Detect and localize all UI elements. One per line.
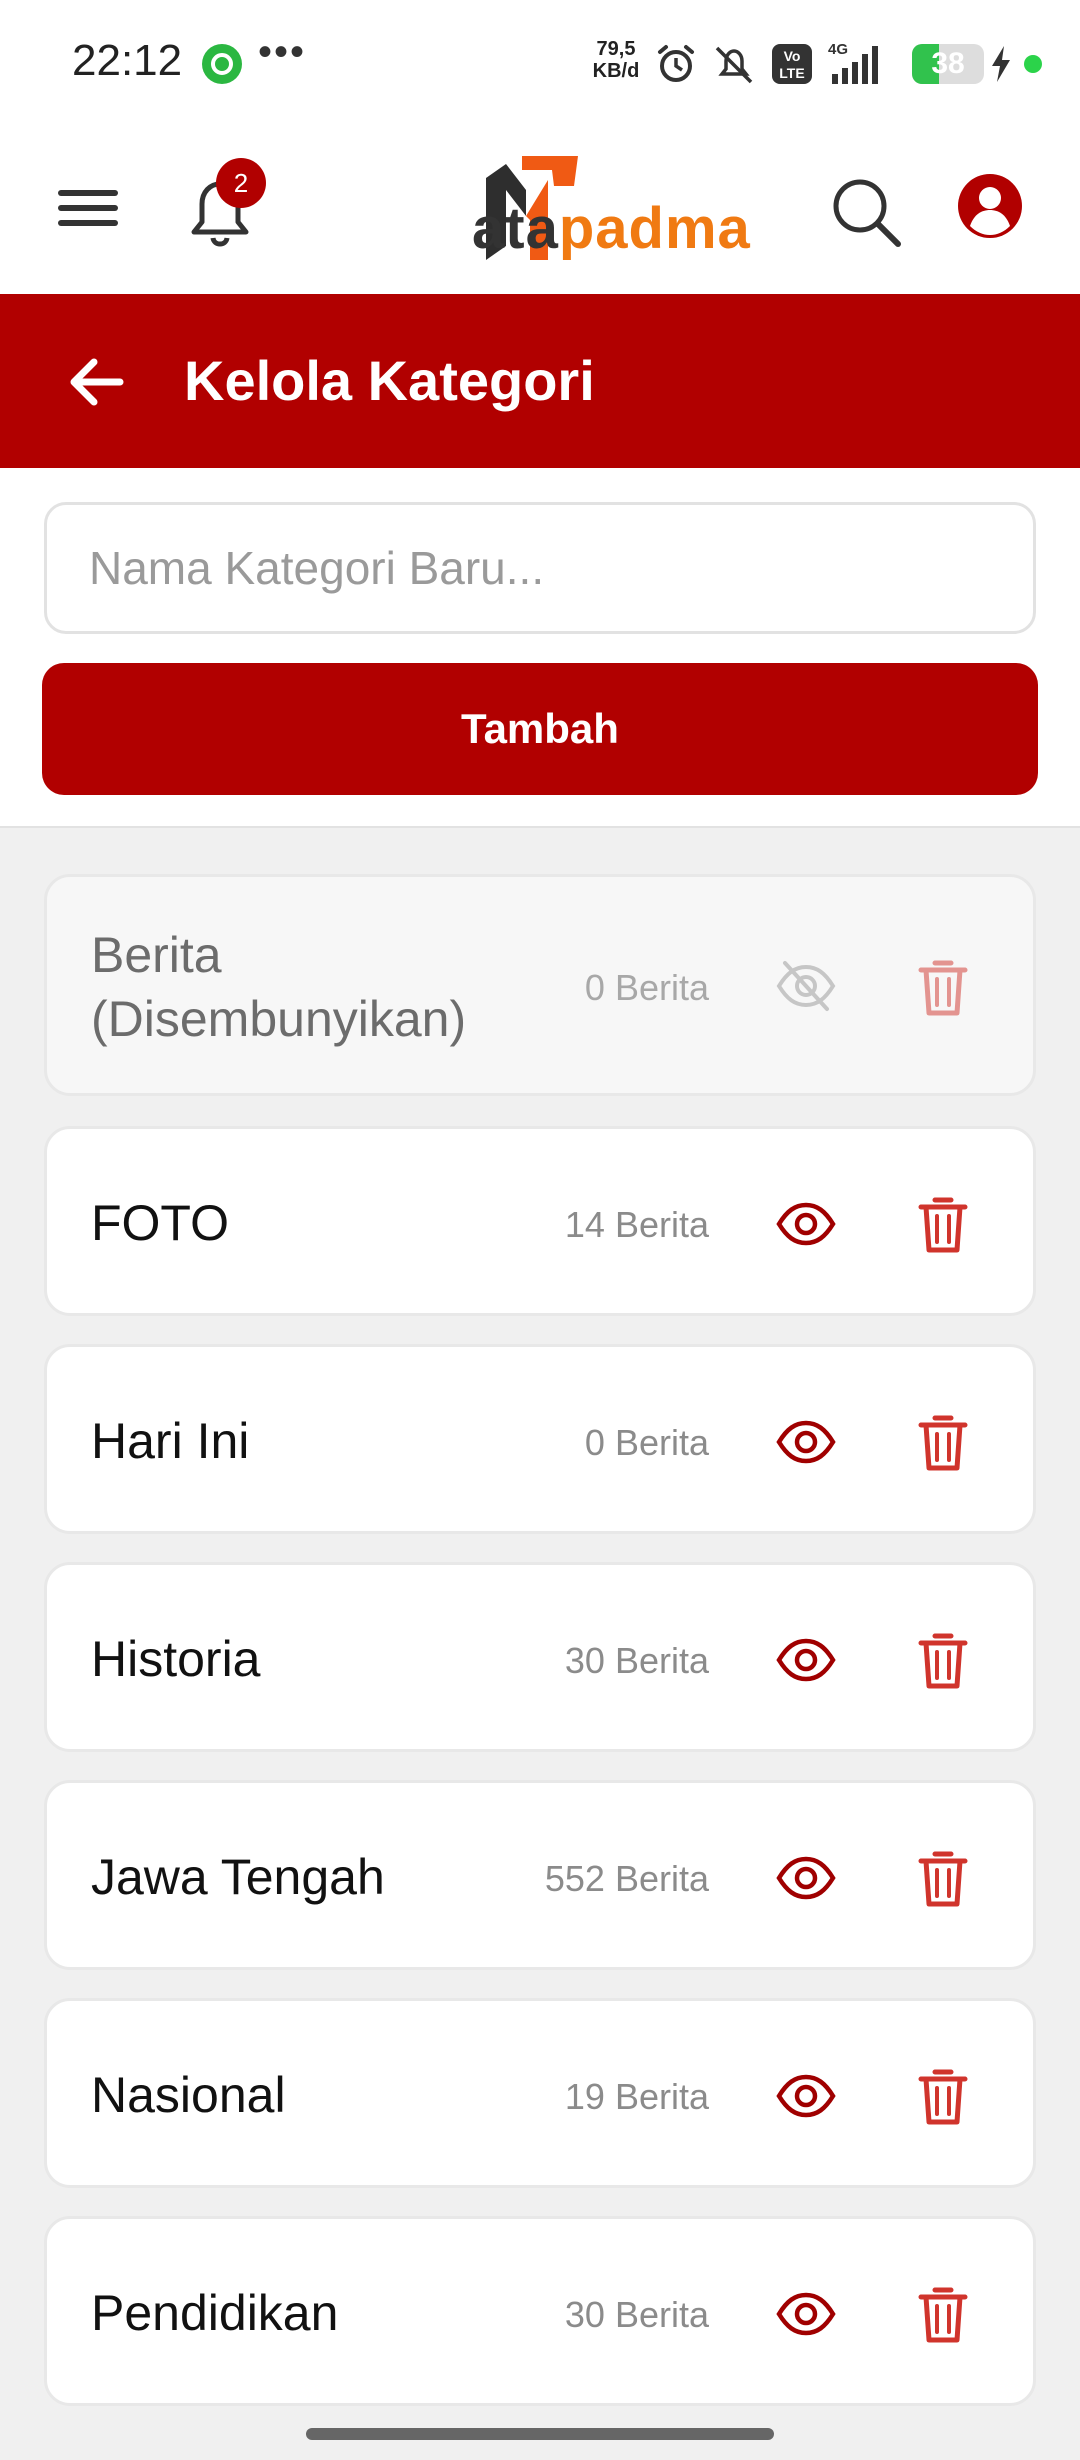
trash-icon[interactable] [917,957,969,1017]
category-count: 552 Berita [544,1858,709,1899]
category-card: Nasional 19 Berita [44,1998,1036,2188]
trash-icon[interactable] [917,1848,969,1908]
status-icons: Vo LTE 4G [654,38,884,90]
svg-text:Vo: Vo [784,48,801,64]
category-card: FOTO 14 Berita [44,1126,1036,1316]
add-category-button[interactable]: Tambah [42,663,1038,795]
category-count: 30 Berita [564,2294,709,2335]
network-speed-unit: KB/d [592,60,640,82]
category-card: Berita (Disembunyikan) 0 Berita [44,874,1036,1096]
back-arrow-icon[interactable] [64,350,128,414]
trash-icon[interactable] [917,1630,969,1690]
app-header: 2 atapadma [0,128,1080,294]
eye-off-icon[interactable] [775,955,837,1017]
category-count: 30 Berita [564,1640,709,1681]
category-card: Pendidikan 30 Berita [44,2216,1036,2406]
eye-icon[interactable] [775,1847,837,1909]
page-title-bar: Kelola Kategori [0,294,1080,468]
battery-percent: 38 [931,47,965,80]
category-name: Historia [91,1631,261,1687]
privacy-dot-icon [1024,55,1042,73]
category-name: FOTO [91,1195,229,1251]
charging-icon [992,46,1010,82]
status-time: 22:12 [72,36,183,85]
mute-icon [715,46,753,84]
eye-icon[interactable] [775,1193,837,1255]
category-count: 14 Berita [564,1204,709,1245]
menu-icon[interactable] [56,180,120,236]
category-name: Hari Ini [91,1413,250,1469]
add-category-form: Tambah [0,468,1080,828]
network-speed-value: 79,5 [596,38,636,60]
notification-badge[interactable]: 2 [216,158,266,208]
home-indicator[interactable] [306,2428,774,2440]
svg-text:LTE: LTE [779,65,804,81]
logo-wordmark: atapadma [472,194,751,264]
category-count: 19 Berita [564,2076,709,2117]
profile-icon[interactable] [956,172,1024,240]
eye-icon[interactable] [775,1629,837,1691]
category-name: Jawa Tengah [91,1849,385,1905]
category-card: Hari Ini 0 Berita [44,1344,1036,1534]
category-count: 0 Berita [584,1422,709,1463]
category-name: Nasional [91,2067,286,2123]
category-count: 0 Berita [584,967,709,1008]
eye-icon[interactable] [775,2283,837,2345]
category-card: Historia 30 Berita [44,1562,1036,1752]
alarm-icon [658,45,694,82]
category-name-input[interactable] [44,502,1036,634]
more-icon: ••• [258,30,307,74]
status-bar: 22:12 ••• 79,5 KB/d Vo LTE 4G 38 [0,0,1080,128]
search-icon[interactable] [826,172,906,252]
signal-icon: 4G [828,42,878,84]
page-title: Kelola Kategori [184,349,595,412]
whatsapp-icon [202,44,242,84]
network-speed: 79,5 KB/d [590,38,642,82]
trash-icon[interactable] [917,2066,969,2126]
category-card: Jawa Tengah 552 Berita [44,1780,1036,1970]
category-name: Berita (Disembunyikan) [91,927,467,1047]
svg-text:4G: 4G [828,42,848,58]
category-name: Pendidikan [91,2285,339,2341]
volte-icon: Vo LTE [772,44,812,84]
logo-text-dark: ata [472,196,559,261]
trash-icon[interactable] [917,1412,969,1472]
trash-icon[interactable] [917,2284,969,2344]
logo-text-accent: padma [558,196,751,261]
battery-icon: 38 [912,44,984,84]
eye-icon[interactable] [775,1411,837,1473]
eye-icon[interactable] [775,2065,837,2127]
trash-icon[interactable] [917,1194,969,1254]
